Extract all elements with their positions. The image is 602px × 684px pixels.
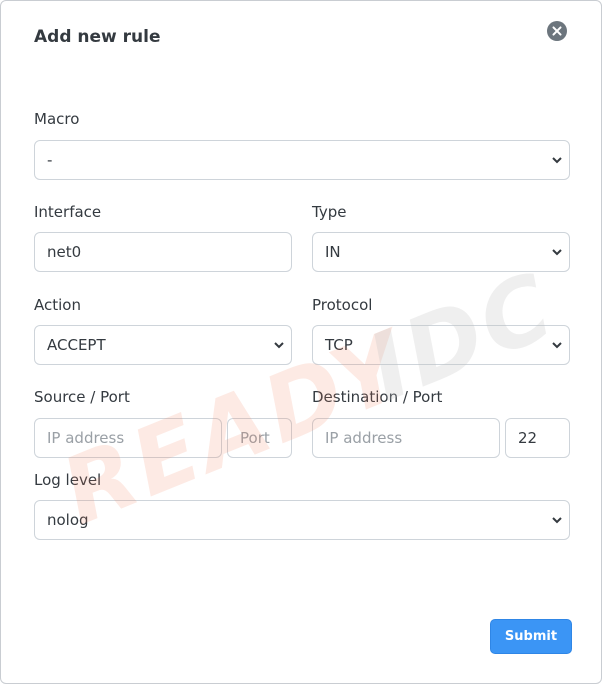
source-ip-placeholder: IP address xyxy=(47,429,125,447)
submit-button[interactable]: Submit xyxy=(490,619,572,654)
source-ip-input[interactable]: IP address xyxy=(34,418,222,458)
macro-value: - xyxy=(47,151,53,169)
destination-port-input[interactable]: 22 xyxy=(505,418,570,458)
chevron-down-icon xyxy=(552,157,562,164)
destination-label: Destination / Port xyxy=(312,388,443,406)
close-icon[interactable] xyxy=(547,21,567,41)
source-port-input[interactable]: Port xyxy=(227,418,292,458)
protocol-value: TCP xyxy=(325,336,353,354)
protocol-label: Protocol xyxy=(312,296,373,314)
interface-input[interactable]: net0 xyxy=(34,232,292,272)
action-label: Action xyxy=(34,296,81,314)
dialog-title: Add new rule xyxy=(34,27,161,47)
protocol-select[interactable]: TCP xyxy=(312,325,570,365)
source-label: Source / Port xyxy=(34,388,130,406)
log-level-select[interactable]: nolog xyxy=(34,500,570,540)
macro-select[interactable]: - xyxy=(34,140,570,180)
type-select[interactable]: IN xyxy=(312,232,570,272)
log-level-value: nolog xyxy=(47,511,89,529)
action-select[interactable]: ACCEPT xyxy=(34,325,292,365)
chevron-down-icon xyxy=(552,517,562,524)
chevron-down-icon xyxy=(552,342,562,349)
macro-label: Macro xyxy=(34,110,80,128)
destination-ip-input[interactable]: IP address xyxy=(312,418,500,458)
action-value: ACCEPT xyxy=(47,336,106,354)
interface-value: net0 xyxy=(47,243,82,261)
type-value: IN xyxy=(325,243,341,261)
type-label: Type xyxy=(312,203,347,221)
log-level-label: Log level xyxy=(34,471,102,489)
add-rule-dialog: Add new rule Macro - Interface net0 Type… xyxy=(0,0,602,684)
chevron-down-icon xyxy=(274,342,284,349)
source-port-placeholder: Port xyxy=(240,429,270,447)
destination-port-value: 22 xyxy=(518,429,538,447)
interface-label: Interface xyxy=(34,203,102,221)
destination-ip-placeholder: IP address xyxy=(325,429,403,447)
chevron-down-icon xyxy=(552,249,562,256)
